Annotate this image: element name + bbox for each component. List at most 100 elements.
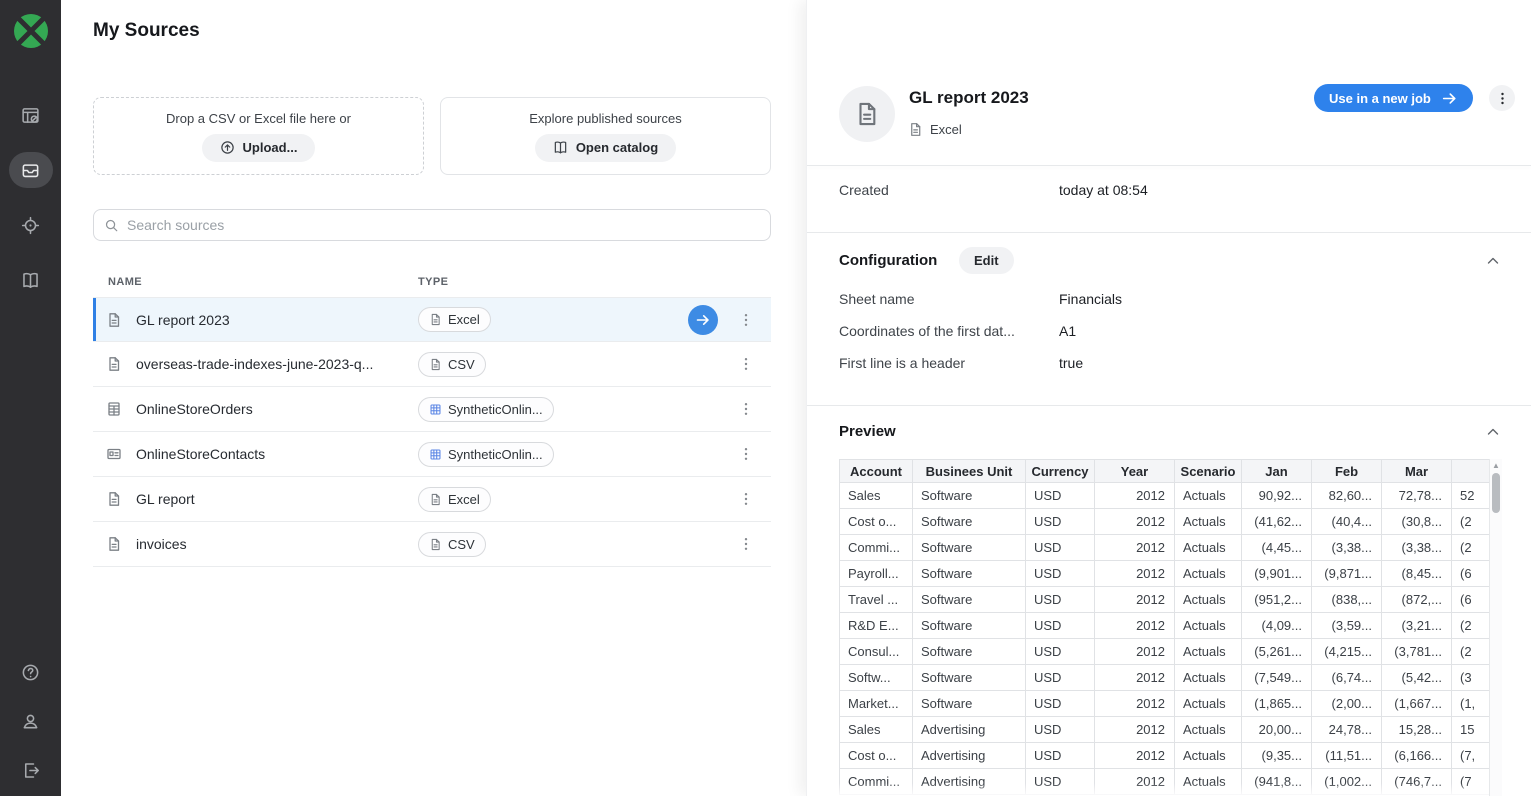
preview-cell: 2012	[1095, 535, 1175, 561]
sidebar-item-logout[interactable]	[21, 761, 40, 780]
type-badge-label: Excel	[448, 492, 480, 507]
type-badge-label: Excel	[448, 312, 480, 327]
column-header-name: NAME	[93, 276, 142, 288]
preview-cell: USD	[1026, 613, 1095, 639]
preview-scrollbar[interactable]: ▲	[1489, 459, 1502, 796]
preview-column-header: Jan	[1242, 460, 1312, 483]
preview-cell: Actuals	[1175, 743, 1242, 769]
clover-logo-icon[interactable]	[11, 11, 51, 51]
upload-button[interactable]: Upload...	[202, 134, 316, 162]
config-field-label: First line is a header	[839, 355, 965, 371]
file-icon	[429, 313, 442, 326]
logout-icon	[21, 761, 40, 780]
row-menu-button[interactable]	[738, 356, 754, 372]
source-row[interactable]: overseas-trade-indexes-june-2023-q... CSV	[93, 342, 771, 387]
row-menu-button[interactable]	[738, 312, 754, 328]
preview-row: Softw...SoftwareUSD2012Actuals(7,549...(…	[840, 665, 1501, 691]
preview-cell: (3,38...	[1312, 535, 1382, 561]
sidebar-item-catalog[interactable]	[9, 262, 53, 298]
source-name: overseas-trade-indexes-june-2023-q...	[136, 356, 373, 372]
sidebar-item-account[interactable]	[21, 712, 40, 731]
preview-cell: Actuals	[1175, 665, 1242, 691]
preview-cell: Actuals	[1175, 561, 1242, 587]
source-row[interactable]: GL reportExcel	[93, 477, 771, 522]
search-input[interactable]	[127, 217, 760, 233]
preview-cell: Actuals	[1175, 691, 1242, 717]
preview-cell: (2,00...	[1312, 691, 1382, 717]
preview-cell: Software	[913, 665, 1026, 691]
preview-cell: Software	[913, 561, 1026, 587]
preview-cell: (5,261...	[1242, 639, 1312, 665]
source-name: OnlineStoreContacts	[136, 446, 265, 462]
type-badge: Excel	[418, 307, 491, 332]
source-row[interactable]: OnlineStoreOrdersSyntheticOnlin...	[93, 387, 771, 432]
row-menu-button[interactable]	[738, 491, 754, 507]
preview-cell: Actuals	[1175, 509, 1242, 535]
preview-cell: (8,45...	[1382, 561, 1452, 587]
divider	[807, 405, 1531, 406]
sources-icon	[21, 161, 40, 180]
row-menu-button[interactable]	[738, 446, 754, 462]
preview-cell: Actuals	[1175, 613, 1242, 639]
preview-cell: Actuals	[1175, 587, 1242, 613]
sidebar-item-sources[interactable]	[9, 152, 53, 188]
sidebar-item-tracker[interactable]	[9, 207, 53, 243]
detail-menu-button[interactable]	[1489, 85, 1515, 111]
sidebar-item-jobs[interactable]	[9, 97, 53, 133]
preview-cell: (746,7...	[1382, 769, 1452, 795]
preview-cell: (3,59...	[1312, 613, 1382, 639]
preview-cell: Advertising	[913, 743, 1026, 769]
collapse-configuration-button[interactable]	[1485, 253, 1501, 269]
preview-cell: (7,549...	[1242, 665, 1312, 691]
scrollbar-thumb[interactable]	[1492, 473, 1500, 513]
collapse-preview-button[interactable]	[1485, 424, 1501, 440]
preview-cell: USD	[1026, 535, 1095, 561]
preview-cell: (1,865...	[1242, 691, 1312, 717]
user-icon	[21, 712, 40, 731]
use-in-new-job-button[interactable]: Use in a new job	[1314, 84, 1473, 112]
preview-cell: (40,4...	[1312, 509, 1382, 535]
preview-cell: 90,92...	[1242, 483, 1312, 509]
preview-table-wrap: AccountBusinees UnitCurrencyYearScenario…	[839, 459, 1502, 796]
file-icon	[106, 491, 122, 507]
scroll-up-arrow-icon[interactable]: ▲	[1490, 461, 1502, 470]
preview-cell: 2012	[1095, 509, 1175, 535]
preview-column-header: Currency	[1026, 460, 1095, 483]
edit-configuration-button[interactable]: Edit	[959, 247, 1014, 274]
preview-cell: 2012	[1095, 665, 1175, 691]
preview-cell: (9,35...	[1242, 743, 1312, 769]
preview-cell: Software	[913, 509, 1026, 535]
preview-cell: Cost o...	[840, 509, 913, 535]
arrow-right-icon	[695, 312, 711, 328]
preview-heading: Preview	[839, 423, 896, 440]
preview-cell: Software	[913, 691, 1026, 717]
preview-cell: 2012	[1095, 561, 1175, 587]
preview-cell: USD	[1026, 665, 1095, 691]
upload-dropzone[interactable]: Drop a CSV or Excel file here or Upload.…	[93, 97, 424, 175]
row-menu-button[interactable]	[738, 401, 754, 417]
search-icon	[104, 218, 119, 233]
preview-row: Cost o...AdvertisingUSD2012Actuals(9,35.…	[840, 743, 1501, 769]
preview-column-header: Scenario	[1175, 460, 1242, 483]
preview-cell: (5,42...	[1382, 665, 1452, 691]
table-doc-icon	[106, 401, 122, 417]
open-catalog-button[interactable]: Open catalog	[535, 134, 676, 162]
book-icon	[553, 140, 568, 155]
preview-cell: (9,871...	[1312, 561, 1382, 587]
source-row[interactable]: OnlineStoreContactsSyntheticOnlin...	[93, 432, 771, 477]
sidebar	[0, 0, 61, 796]
preview-row: Cost o...SoftwareUSD2012Actuals(41,62...…	[840, 509, 1501, 535]
sidebar-item-help[interactable]	[21, 663, 40, 682]
open-source-button[interactable]	[688, 305, 718, 335]
preview-cell: Consul...	[840, 639, 913, 665]
dropzone-text: Drop a CSV or Excel file here or	[166, 111, 351, 126]
source-row[interactable]: GL report 2023Excel	[93, 297, 771, 342]
preview-table: AccountBusinees UnitCurrencyYearScenario…	[839, 459, 1501, 795]
preview-cell: (30,8...	[1382, 509, 1452, 535]
type-badge-label: CSV	[448, 357, 475, 372]
source-row[interactable]: invoicesCSV	[93, 522, 771, 567]
row-menu-button[interactable]	[738, 536, 754, 552]
upload-button-label: Upload...	[243, 140, 298, 155]
open-catalog-label: Open catalog	[576, 140, 658, 155]
contact-card-icon	[106, 446, 122, 462]
